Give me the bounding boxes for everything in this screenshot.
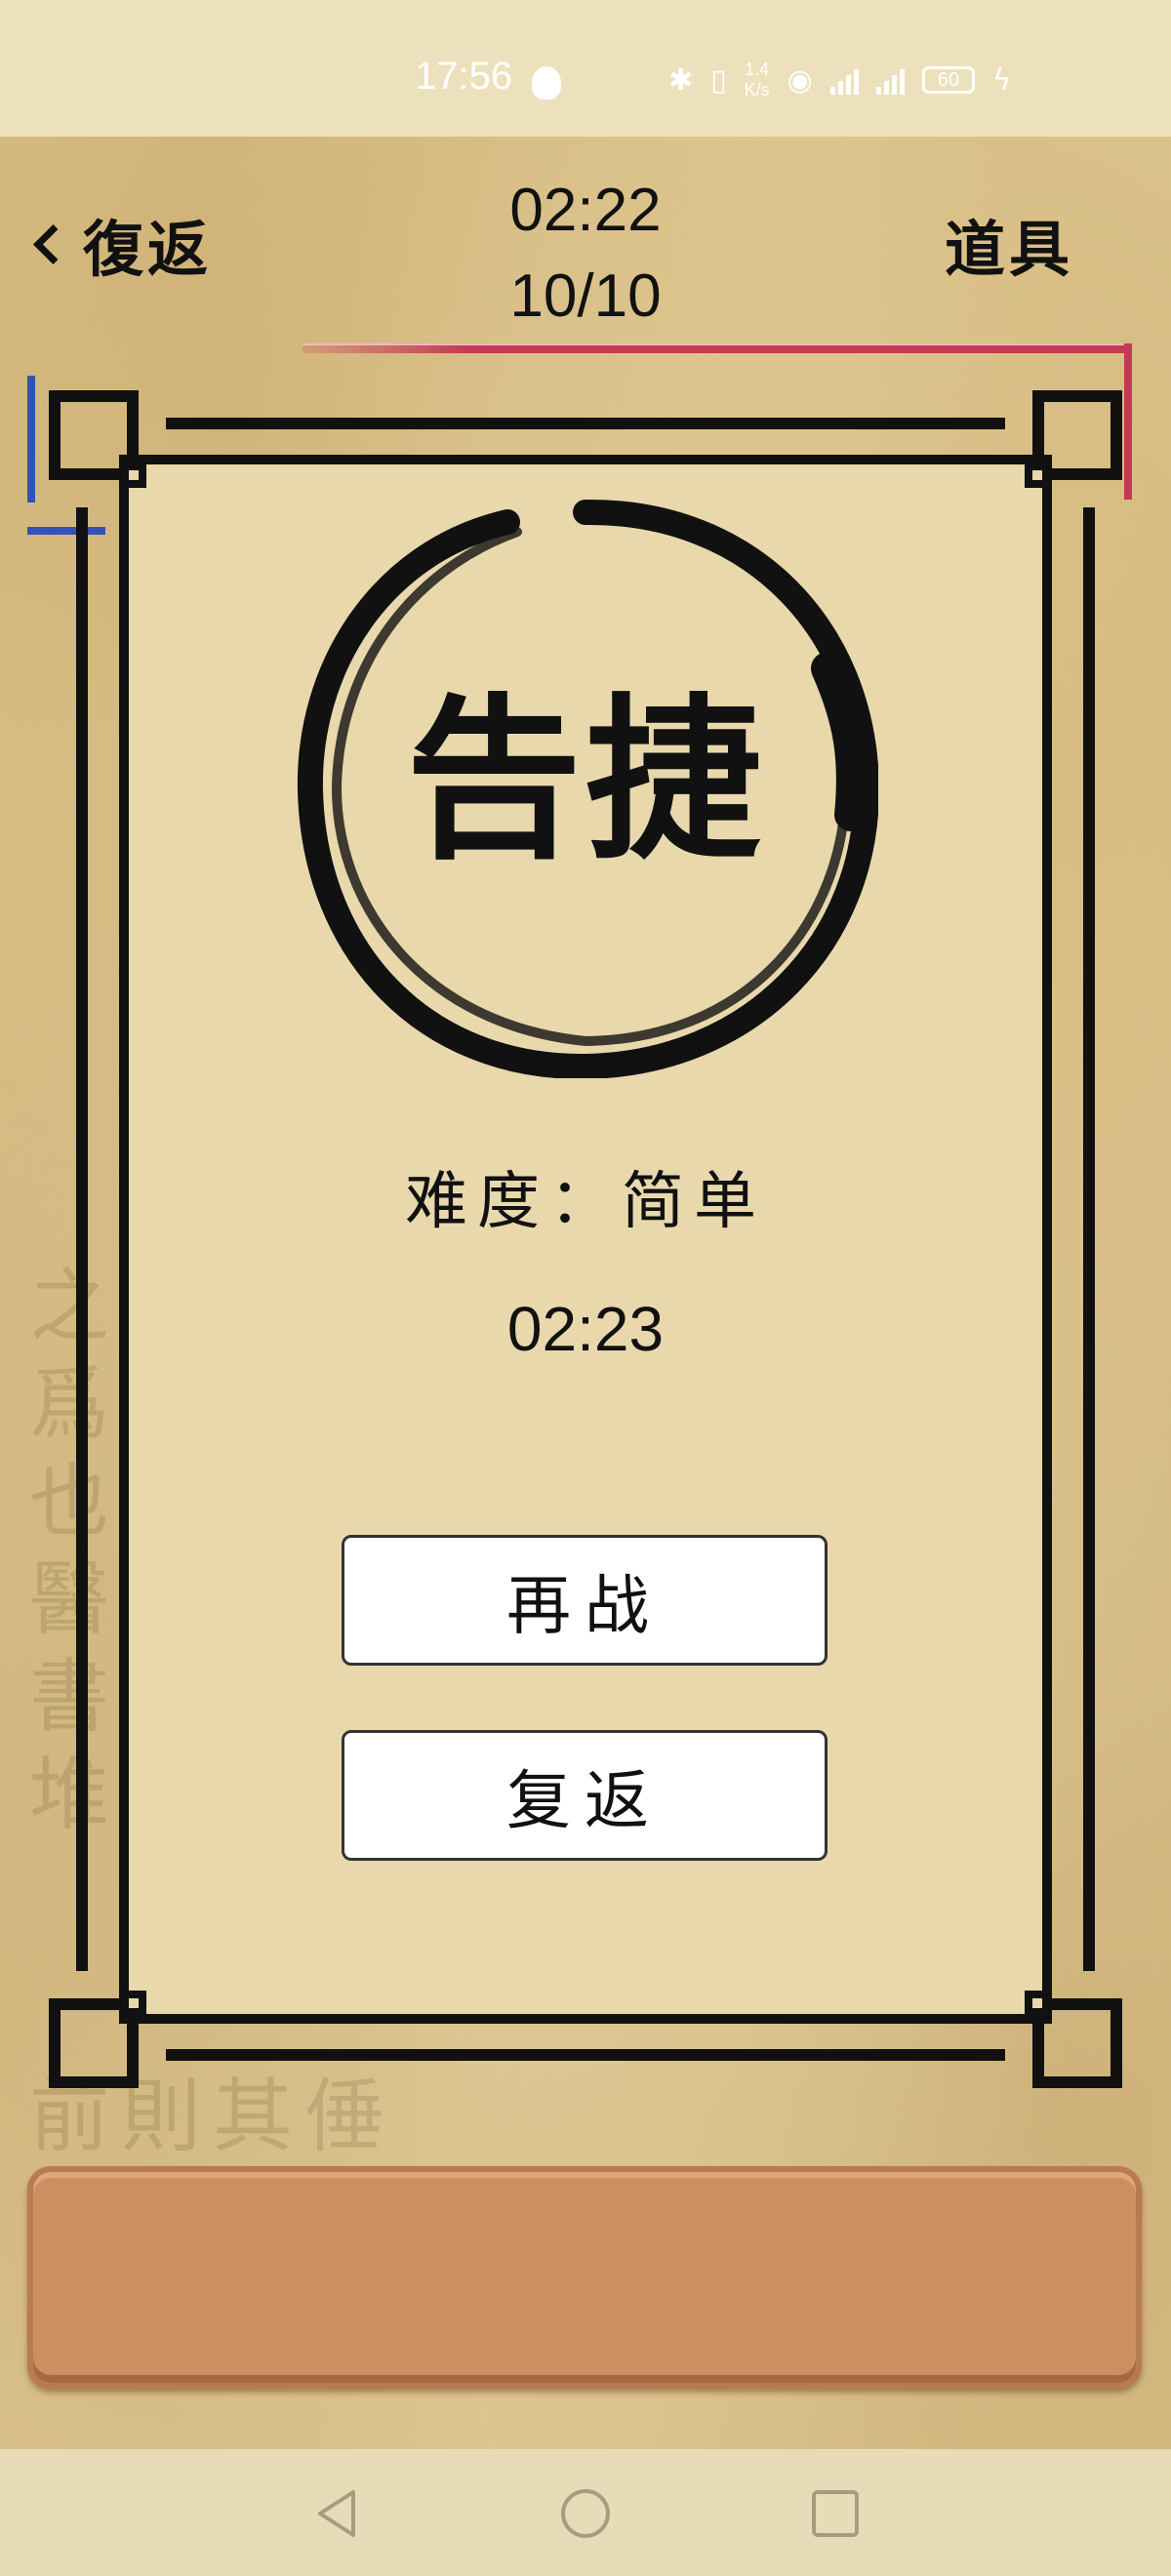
frame-corner	[49, 1991, 146, 2088]
tools-button[interactable]: 道具	[945, 200, 1073, 288]
victory-title: 告捷	[405, 677, 765, 883]
hotspot-icon: ◉	[787, 62, 813, 98]
bottom-tile-tray	[27, 2166, 1142, 2389]
red-accent-line	[303, 343, 1132, 353]
notification-icon	[532, 66, 561, 100]
signal-4g-icon	[829, 65, 859, 95]
red-accent-hook	[1124, 343, 1132, 500]
charging-icon: ϟ	[991, 62, 1012, 98]
blue-accent-line	[27, 376, 35, 503]
frame-corner	[1025, 390, 1122, 488]
frame-line-bottom	[166, 2049, 1005, 2061]
final-time: 02:23	[506, 1294, 665, 1364]
signal-4g-icon	[875, 65, 905, 95]
network-speed: 1.4 K/s	[745, 60, 770, 101]
network-speed-unit: K/s	[744, 80, 770, 100]
battery-icon: 60	[921, 66, 975, 94]
difficulty-label: 难度：简单	[405, 1166, 766, 1238]
level-progress: 10/10	[509, 262, 662, 330]
frame-line-right	[1083, 507, 1095, 1971]
back-triangle-icon[interactable]	[310, 2486, 365, 2541]
status-icons: ✱ ▯ 1.4 K/s ◉ 60 ϟ	[668, 59, 1012, 101]
game-timer: 02:22	[509, 177, 662, 244]
bluetooth-icon: ✱	[668, 62, 694, 98]
retry-button[interactable]: 再战	[342, 1535, 828, 1666]
back-label: 復返	[83, 214, 213, 285]
network-speed-value: 1.4	[745, 60, 770, 79]
frame-line-left	[76, 507, 88, 1971]
status-time: 17:56	[415, 55, 513, 98]
back-button[interactable]: 復返	[32, 200, 213, 288]
frame-line-top	[166, 418, 1005, 429]
vibrate-icon: ▯	[710, 62, 727, 98]
recents-square-icon[interactable]	[808, 2486, 863, 2541]
battery-level: 60	[937, 68, 959, 91]
return-button[interactable]: 复返	[342, 1730, 828, 1861]
home-circle-icon[interactable]	[558, 2486, 613, 2541]
frame-corner	[49, 390, 146, 488]
chevron-left-icon	[32, 223, 74, 264]
system-nav-bar	[0, 2449, 1171, 2576]
status-bar: 17:56 ✱ ▯ 1.4 K/s ◉ 60 ϟ	[0, 0, 1171, 137]
frame-corner	[1025, 1991, 1122, 2088]
